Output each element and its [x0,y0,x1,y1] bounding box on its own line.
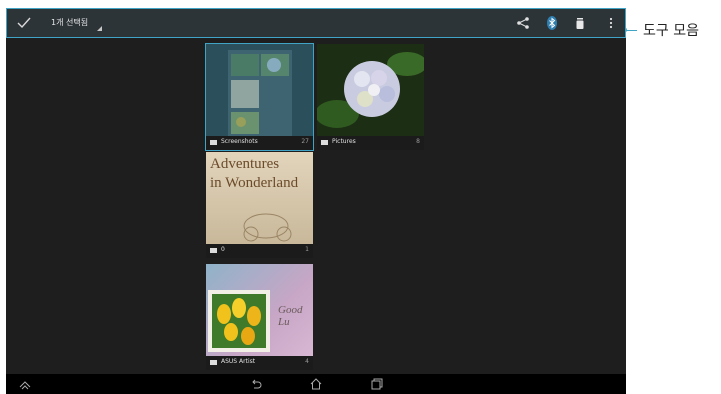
album-label-bar: Pictures 8 [317,136,424,150]
toolbar-callout-label: 도구 모음 [643,23,699,39]
album-label-bar: Screenshots 27 [206,136,313,150]
dropdown-indicator-icon [97,26,102,31]
carriage-illustration [243,213,292,242]
home-icon[interactable] [309,377,323,391]
album-name: Screenshots [221,138,258,145]
callout-line [625,30,637,31]
album-label-bar: 0 1 [206,244,313,258]
album-tile-0[interactable]: Adventures in Wonderland 0 1 [206,152,313,258]
album-count: 8 [416,138,420,145]
album-tile-asus-artist[interactable]: Good Lu ASUS Artist 4 [206,264,313,370]
album-name: 0 [221,246,225,253]
bluetooth-icon[interactable] [544,15,560,31]
navigation-bar [6,374,626,394]
tablet-screen: 1개 선택됨 Screenshots 27 Pictures 8 Adventu… [6,8,626,394]
album-count: 27 [301,138,309,145]
folder-icon [210,140,217,145]
delete-icon[interactable] [572,15,588,31]
selection-count[interactable]: 1개 선택됨 [51,17,88,28]
album-name: Pictures [332,138,356,145]
tulip-photo [208,290,270,352]
back-icon[interactable] [249,377,263,391]
check-icon[interactable] [15,14,33,32]
up-icon[interactable] [18,377,32,391]
album-label-bar: ASUS Artist 4 [206,356,313,370]
overflow-menu-icon[interactable] [603,15,619,31]
share-icon[interactable] [515,15,531,31]
album-count: 4 [305,358,309,365]
album-tile-pictures[interactable]: Pictures 8 [317,44,424,150]
folder-icon [210,248,217,253]
wonderland-thumbnail: Adventures in Wonderland [206,152,313,244]
folder-icon [321,140,328,145]
album-tile-screenshots[interactable]: Screenshots 27 [205,43,314,151]
pictures-thumbnail [317,44,424,136]
thumbnail-title-line2: in Wonderland [210,175,299,191]
toolbar: 1개 선택됨 [6,8,626,38]
album-count: 1 [305,246,309,253]
screenshots-thumbnail [206,44,313,136]
asus-artist-thumbnail: Good Lu [206,264,313,356]
folder-icon [210,360,217,365]
thumbnail-title-line1: Adventures [210,156,280,172]
recent-apps-icon[interactable] [370,377,384,391]
album-name: ASUS Artist [221,358,256,365]
